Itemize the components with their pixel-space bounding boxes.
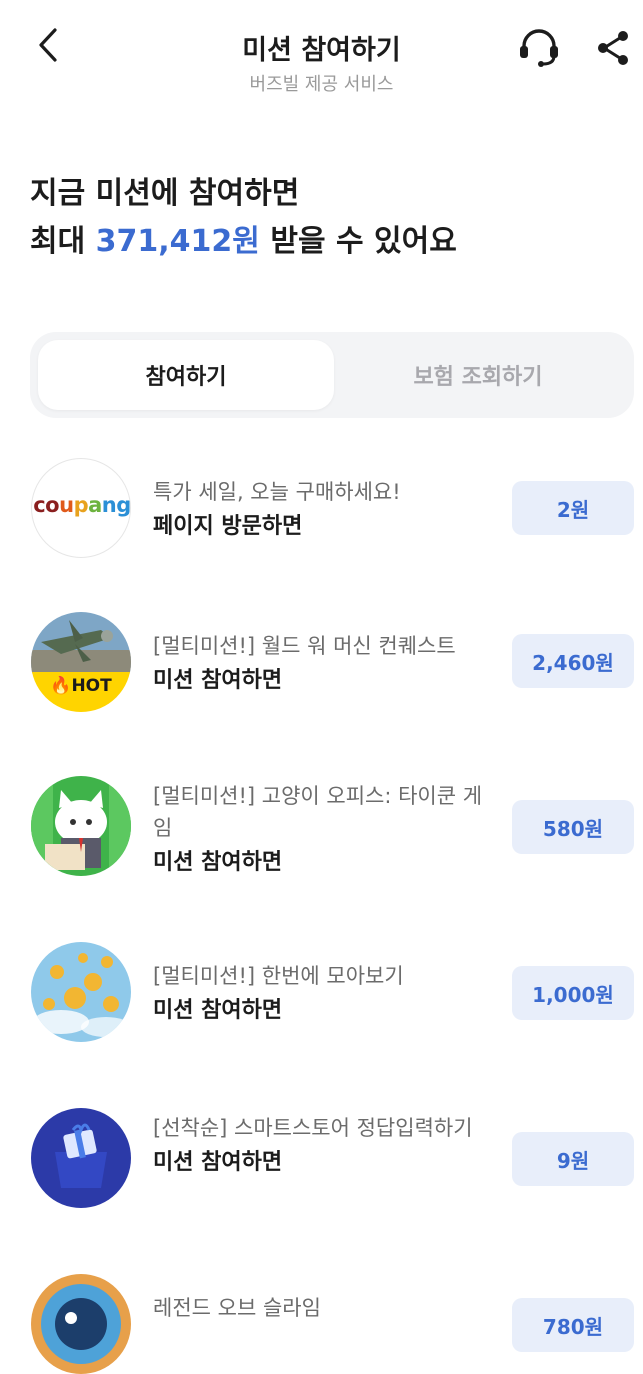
war-game-thumbnail: 🔥HOT	[31, 612, 131, 712]
mission-item[interactable]: 레전드 오브 슬라임 780원	[0, 1274, 643, 1374]
mission-item[interactable]: coupang 특가 세일, 오늘 구매하세요! 페이지 방문하면 2원	[0, 458, 643, 558]
mission-item[interactable]: [멀티미션!] 고양이 오피스: 타이쿤 게임 미션 참여하면 580원	[0, 776, 643, 880]
reward-button[interactable]: 780원	[512, 1298, 634, 1352]
slime-game-thumbnail	[31, 1274, 131, 1374]
mission-text: [선착순] 스마트스토어 정답입력하기 미션 참여하면	[153, 1112, 493, 1180]
mission-item[interactable]: [멀티미션!] 한번에 모아보기 미션 참여하면 1,000원	[0, 942, 643, 1042]
mission-text: 레전드 오브 슬라임	[153, 1292, 493, 1324]
hero-prefix: 최대	[30, 224, 96, 259]
reward-button[interactable]: 2원	[512, 481, 634, 535]
reward-button[interactable]: 580원	[512, 800, 634, 854]
mission-desc: [멀티미션!] 월드 워 머신 컨퀘스트	[153, 634, 456, 658]
hot-badge-label: HOT	[71, 676, 112, 696]
mission-cta: 미션 참여하면	[153, 998, 283, 1023]
mission-item[interactable]: 🔥HOT [멀티미션!] 월드 워 머신 컨퀘스트 미션 참여하면 2,460원	[0, 612, 643, 712]
mission-desc: 레전드 오브 슬라임	[153, 1296, 321, 1320]
mission-cta: 미션 참여하면	[153, 668, 283, 693]
mission-desc: [멀티미션!] 한번에 모아보기	[153, 964, 404, 988]
slime-image	[31, 1274, 131, 1374]
reward-button[interactable]: 9원	[512, 1132, 634, 1186]
segment-tabs: 참여하기 보험 조회하기	[30, 332, 634, 418]
reward-button[interactable]: 2,460원	[512, 634, 634, 688]
hero-headline: 지금 미션에 참여하면 최대 371,412원 받을 수 있어요	[30, 170, 457, 266]
mission-desc: [선착순] 스마트스토어 정답입력하기	[153, 1116, 473, 1140]
mission-cta: 미션 참여하면	[153, 850, 283, 875]
smartstore-thumbnail	[31, 1108, 131, 1208]
share-icon[interactable]	[592, 26, 634, 70]
coupang-logo: coupang	[31, 458, 131, 558]
mission-desc: 특가 세일, 오늘 구매하세요!	[153, 480, 401, 504]
reward-button[interactable]: 1,000원	[512, 966, 634, 1020]
hero-line-2: 최대 371,412원 받을 수 있어요	[30, 218, 457, 266]
mission-cta: 페이지 방문하면	[153, 514, 303, 539]
gift-box-image	[31, 1108, 131, 1208]
headset-icon[interactable]	[516, 26, 562, 70]
hero-line-1: 지금 미션에 참여하면	[30, 176, 300, 211]
mission-text: [멀티미션!] 한번에 모아보기 미션 참여하면	[153, 960, 493, 1028]
cat-office-thumbnail	[31, 776, 131, 876]
mission-cta: 미션 참여하면	[153, 1150, 283, 1175]
hero-suffix: 받을 수 있어요	[259, 224, 457, 259]
mission-desc: [멀티미션!] 고양이 오피스: 타이쿤 게임	[153, 784, 483, 840]
tab-participate[interactable]: 참여하기	[38, 340, 334, 410]
mission-text: 특가 세일, 오늘 구매하세요! 페이지 방문하면	[153, 476, 493, 544]
coins-thumbnail	[31, 942, 131, 1042]
mission-text: [멀티미션!] 고양이 오피스: 타이쿤 게임 미션 참여하면	[153, 780, 493, 880]
tab-insurance[interactable]: 보험 조회하기	[330, 340, 626, 410]
page-subtitle: 버즈빌 제공 서비스	[249, 74, 394, 95]
mission-item[interactable]: [선착순] 스마트스토어 정답입력하기 미션 참여하면 9원	[0, 1108, 643, 1212]
warplane-image	[31, 612, 131, 712]
fire-icon: 🔥	[50, 676, 72, 696]
mission-text: [멀티미션!] 월드 워 머신 컨퀘스트 미션 참여하면	[153, 630, 493, 698]
cat-image	[31, 776, 131, 876]
max-amount: 371,412원	[95, 224, 260, 259]
coins-image	[31, 942, 131, 1042]
hot-badge: 🔥HOT	[31, 676, 131, 696]
app-header: 미션 참여하기 버즈빌 제공 서비스	[0, 0, 643, 110]
